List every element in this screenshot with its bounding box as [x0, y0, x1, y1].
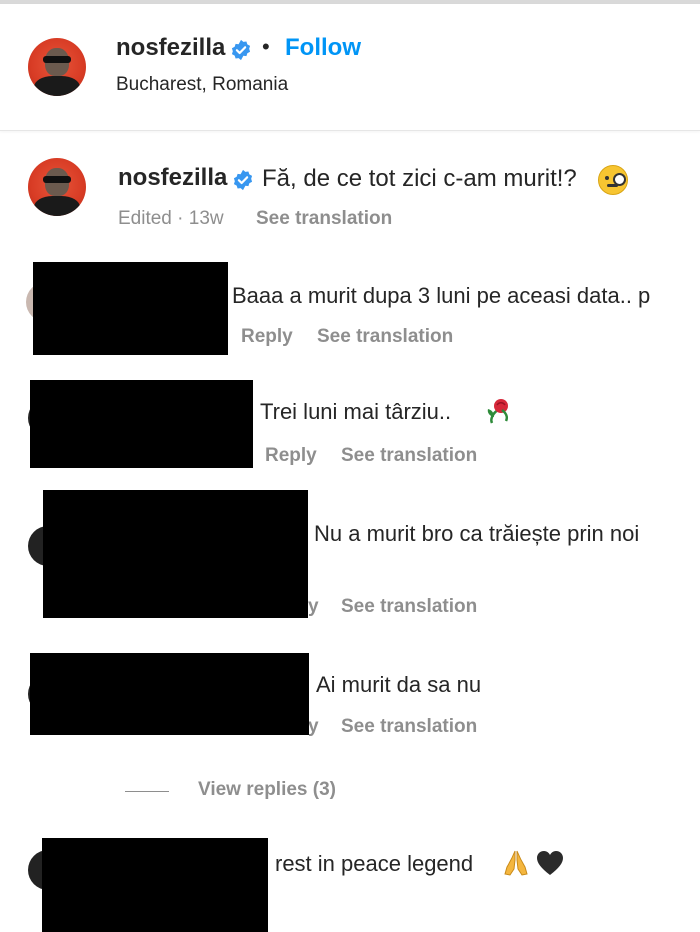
comment-text: Baaa a murit dupa 3 luni pe aceasi data.…: [232, 283, 651, 308]
emoji-mouth: [607, 184, 618, 187]
post-header: nosfezilla • Follow Bucharest, Romania: [0, 4, 700, 131]
folded-hands-icon: [504, 850, 528, 876]
emoji-eye: [605, 176, 609, 180]
comment-text: rest in peace legend: [275, 851, 474, 876]
avatar-body: [34, 196, 80, 216]
rose-icon: [487, 399, 509, 424]
redaction-block: [30, 380, 253, 468]
redaction-block: [33, 262, 228, 355]
reply-button[interactable]: Reply: [265, 445, 317, 467]
comment-text: Ai murit da sa nu: [316, 672, 482, 697]
avatar-sunglasses: [43, 176, 71, 183]
caption-edited-time: Edited · 13w: [118, 208, 224, 229]
view-replies-button[interactable]: View replies (3): [198, 779, 336, 801]
avatar-body: [34, 76, 80, 96]
post-location[interactable]: Bucharest, Romania: [116, 74, 288, 96]
profile-avatar[interactable]: [28, 38, 86, 96]
caption-username[interactable]: nosfezilla: [118, 164, 227, 192]
caption-see-translation[interactable]: See translation: [256, 208, 392, 230]
comment-text: Nu a murit bro ca trăiește prin noi: [314, 521, 640, 546]
caption-avatar[interactable]: [28, 158, 86, 216]
reply-button[interactable]: y: [308, 596, 319, 618]
follow-button[interactable]: Follow: [285, 34, 361, 62]
header-username[interactable]: nosfezilla: [116, 34, 225, 62]
black-heart-icon: [537, 851, 563, 875]
caption-text: Fă, de ce tot zici c-am murit!?: [262, 165, 577, 192]
redaction-block: [30, 653, 309, 735]
comment-text: Trei luni mai târziu..: [260, 399, 452, 424]
see-translation-button[interactable]: See translation: [341, 596, 477, 618]
see-translation-button[interactable]: See translation: [341, 716, 477, 738]
reply-button[interactable]: Reply: [241, 326, 293, 348]
see-translation-button[interactable]: See translation: [317, 326, 453, 348]
redaction-block: [43, 490, 308, 618]
see-translation-button[interactable]: See translation: [341, 445, 477, 467]
face-with-monocle-icon: [598, 165, 628, 195]
header-separator: •: [262, 34, 270, 59]
view-replies-line: [125, 791, 169, 792]
reply-button[interactable]: y: [308, 716, 319, 738]
verified-badge-icon: [231, 39, 251, 61]
redaction-block: [42, 838, 268, 932]
verified-badge-icon: [233, 169, 253, 191]
avatar-sunglasses: [43, 56, 71, 63]
